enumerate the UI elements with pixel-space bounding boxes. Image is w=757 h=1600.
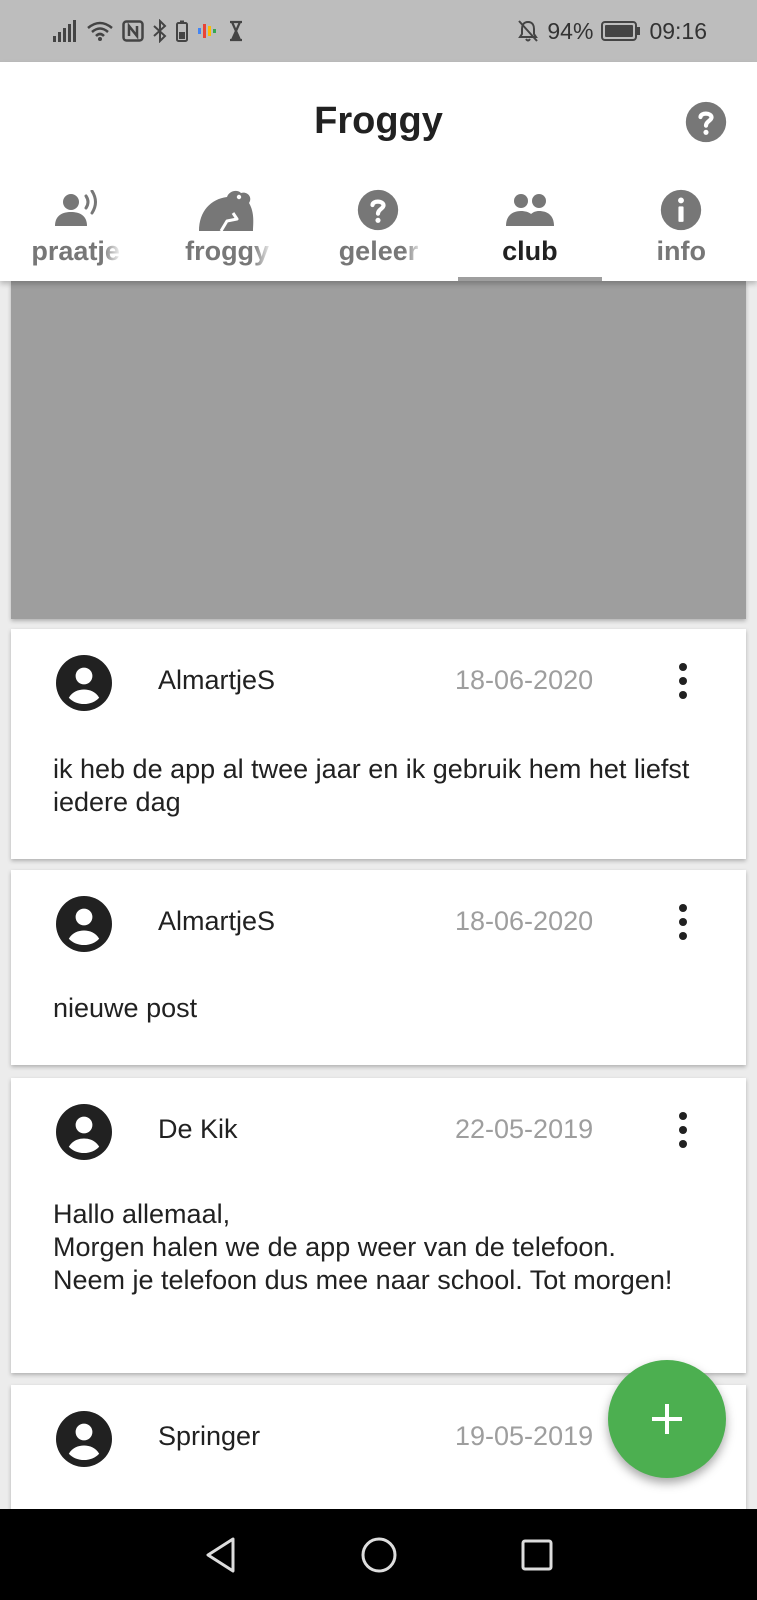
- post-date: 19-05-2019: [455, 1421, 594, 1451]
- tab-label: praatje: [31, 236, 120, 266]
- add-icon: [652, 1404, 682, 1434]
- post-menu-button[interactable]: [671, 1108, 695, 1152]
- app-notification-icon: [198, 24, 216, 38]
- tab-label: info: [656, 236, 706, 266]
- add-post-button[interactable]: [608, 1360, 726, 1478]
- battery-icon: [601, 21, 641, 41]
- club-feed[interactable]: AlmartjeS 18-06-2020 ik heb de app al tw…: [0, 281, 757, 1509]
- info-icon: [661, 189, 702, 231]
- back-icon: [206, 1537, 234, 1572]
- more-vert-icon: [679, 663, 687, 699]
- header-image-placeholder: [11, 281, 746, 619]
- post-body: Hallo allemaal, Morgen halen we de app w…: [53, 1199, 673, 1295]
- post-author: AlmartjeS: [158, 906, 276, 936]
- record-voice-icon: [54, 190, 97, 226]
- wifi-icon: [87, 21, 113, 41]
- recents-icon: [521, 1539, 552, 1570]
- post-date: 18-06-2020: [455, 906, 594, 936]
- tab-club[interactable]: club: [454, 180, 605, 281]
- more-vert-icon: [679, 1112, 687, 1148]
- people-icon: [505, 194, 554, 226]
- help-button[interactable]: [684, 100, 728, 144]
- post-body: nieuwe post: [53, 993, 198, 1023]
- post-date: 22-05-2019: [455, 1114, 594, 1144]
- status-icons-left: [52, 19, 244, 43]
- status-bar: 94% 09:16: [0, 0, 757, 62]
- post-card: AlmartjeS 18-06-2020 nieuwe post: [11, 870, 746, 1065]
- home-icon: [361, 1537, 396, 1572]
- account-circle-icon: [56, 655, 112, 711]
- account-circle-icon: [56, 1411, 112, 1467]
- active-tab-indicator: [458, 277, 602, 281]
- post-card: AlmartjeS 18-06-2020 ik heb de app al tw…: [11, 629, 746, 859]
- system-nav-bar: [0, 1509, 757, 1600]
- hourglass-icon: [230, 20, 242, 42]
- more-vert-icon: [679, 904, 687, 940]
- post-menu-button[interactable]: [671, 659, 695, 703]
- account-circle-icon: [56, 896, 112, 952]
- post-body: ik heb de app al twee jaar en ik gebruik…: [53, 754, 690, 817]
- battery-small-icon: [176, 20, 188, 42]
- tab-bar: praatje froggy geleer club info: [0, 180, 757, 281]
- app-title: Froggy: [314, 100, 443, 142]
- tab-praatje[interactable]: praatje: [0, 180, 151, 281]
- signal-icon: [53, 20, 76, 42]
- help-icon: [358, 189, 399, 231]
- frog-icon: [199, 190, 254, 232]
- nfc-icon: [122, 20, 144, 42]
- recents-button[interactable]: [507, 1525, 567, 1585]
- post-menu-button[interactable]: [671, 900, 695, 944]
- post-date: 18-06-2020: [455, 665, 594, 695]
- tab-froggy[interactable]: froggy: [151, 180, 302, 281]
- app-bar: Froggy praatje froggy geleer club info: [0, 62, 757, 281]
- post-author: Springer: [158, 1421, 261, 1451]
- tab-label: froggy: [185, 236, 270, 266]
- back-button[interactable]: [191, 1525, 251, 1585]
- help-icon: [685, 101, 727, 143]
- clock: 09:16: [649, 17, 707, 44]
- bluetooth-icon: [153, 19, 167, 43]
- tab-label: club: [502, 236, 558, 266]
- account-circle-icon: [56, 1104, 112, 1160]
- post-card: De Kik 22-05-2019 Hallo allemaal, Morgen…: [11, 1078, 746, 1373]
- tab-geleer[interactable]: geleer: [303, 180, 454, 281]
- post-author: AlmartjeS: [158, 665, 276, 695]
- tab-label: geleer: [338, 236, 419, 266]
- home-button[interactable]: [349, 1525, 409, 1585]
- tab-info[interactable]: info: [606, 180, 757, 281]
- notifications-off-icon: [518, 20, 539, 42]
- battery-percentage: 94%: [547, 17, 594, 44]
- post-author: De Kik: [158, 1114, 238, 1144]
- status-icons-right: 94% 09:16: [517, 18, 707, 45]
